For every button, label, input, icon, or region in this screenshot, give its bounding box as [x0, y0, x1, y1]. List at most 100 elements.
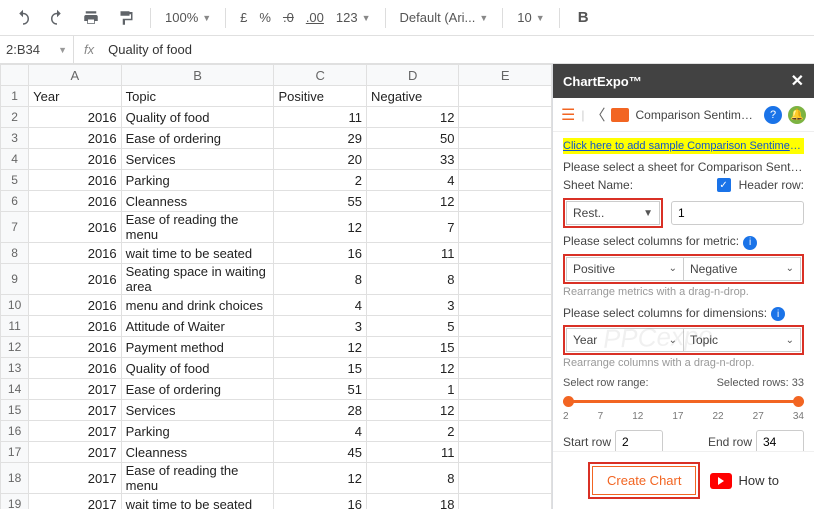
row-header[interactable]: 13	[1, 358, 29, 379]
cell[interactable]: 2016	[29, 295, 122, 316]
column-header-E[interactable]: E	[459, 65, 552, 86]
cell[interactable]: 11	[366, 442, 459, 463]
header-row-input[interactable]	[671, 201, 804, 225]
increase-decimal-button[interactable]: .00	[302, 8, 328, 27]
cell[interactable]: 3	[366, 295, 459, 316]
cell[interactable]	[459, 379, 552, 400]
paint-format-button[interactable]	[110, 5, 140, 31]
name-box[interactable]: 2:B34▼	[0, 36, 74, 63]
cell[interactable]	[459, 494, 552, 509]
howto-button[interactable]: How to	[710, 473, 778, 489]
cell[interactable]	[459, 86, 552, 107]
cell[interactable]	[459, 128, 552, 149]
column-header-B[interactable]: B	[121, 65, 274, 86]
percent-button[interactable]: %	[255, 8, 275, 27]
help-icon[interactable]: ?	[764, 106, 782, 124]
cell[interactable]	[459, 107, 552, 128]
cell[interactable]: Services	[121, 149, 274, 170]
cell[interactable]: 12	[366, 400, 459, 421]
column-header-C[interactable]: C	[274, 65, 367, 86]
row-header[interactable]: 11	[1, 316, 29, 337]
cell[interactable]	[459, 243, 552, 264]
cell[interactable]: Positive	[274, 86, 367, 107]
cell[interactable]: 7	[366, 212, 459, 243]
formula-input[interactable]: Quality of food	[104, 42, 196, 57]
cell[interactable]: 4	[274, 295, 367, 316]
row-header[interactable]: 4	[1, 149, 29, 170]
font-size-dropdown[interactable]: 10▼	[513, 8, 548, 27]
select-all-cell[interactable]	[1, 65, 29, 86]
cell[interactable]: 5	[366, 316, 459, 337]
cell[interactable]: Services	[121, 400, 274, 421]
cell[interactable]: 15	[274, 358, 367, 379]
cell[interactable]: menu and drink choices	[121, 295, 274, 316]
cell[interactable]: 2016	[29, 212, 122, 243]
cell[interactable]: 16	[274, 494, 367, 509]
cell[interactable]: 2016	[29, 107, 122, 128]
cell[interactable]: 2016	[29, 128, 122, 149]
cell[interactable]: 20	[274, 149, 367, 170]
close-icon[interactable]: ✕	[791, 71, 804, 91]
cell[interactable]: 4	[274, 421, 367, 442]
print-button[interactable]	[76, 5, 106, 31]
cell[interactable]: 3	[274, 316, 367, 337]
cell[interactable]: 8	[366, 463, 459, 494]
cell[interactable]: Year	[29, 86, 122, 107]
row-header[interactable]: 14	[1, 379, 29, 400]
dim1-select[interactable]: Year⌄	[566, 328, 683, 352]
cell[interactable]	[459, 358, 552, 379]
cell[interactable]: Parking	[121, 421, 274, 442]
cell[interactable]: 2016	[29, 170, 122, 191]
cell[interactable]: 2017	[29, 494, 122, 509]
cell[interactable]: 16	[274, 243, 367, 264]
cell[interactable]: Negative	[366, 86, 459, 107]
cell[interactable]: Cleanness	[121, 442, 274, 463]
cell[interactable]	[459, 264, 552, 295]
cell[interactable]: 8	[366, 264, 459, 295]
cell[interactable]: wait time to be seated	[121, 243, 274, 264]
cell[interactable]: 2	[366, 421, 459, 442]
cell[interactable]	[459, 295, 552, 316]
column-header-D[interactable]: D	[366, 65, 459, 86]
cell[interactable]	[459, 337, 552, 358]
cell[interactable]: Ease of reading the menu	[121, 212, 274, 243]
cell[interactable]: 50	[366, 128, 459, 149]
cell[interactable]: Parking	[121, 170, 274, 191]
cell[interactable]	[459, 442, 552, 463]
end-row-input[interactable]	[756, 430, 804, 451]
cell[interactable]	[459, 149, 552, 170]
cell[interactable]: 2016	[29, 149, 122, 170]
cell[interactable]: 33	[366, 149, 459, 170]
menu-icon[interactable]: ☰	[561, 105, 575, 125]
row-header[interactable]: 17	[1, 442, 29, 463]
cell[interactable]: 12	[274, 212, 367, 243]
cell[interactable]	[459, 212, 552, 243]
cell[interactable]: 28	[274, 400, 367, 421]
row-header[interactable]: 9	[1, 264, 29, 295]
cell[interactable]: 45	[274, 442, 367, 463]
cell[interactable]: 11	[274, 107, 367, 128]
cell[interactable]: 2017	[29, 400, 122, 421]
cell[interactable]: Attitude of Waiter	[121, 316, 274, 337]
cell[interactable]: 2017	[29, 421, 122, 442]
metric2-select[interactable]: Negative⌄	[683, 257, 801, 281]
row-header[interactable]: 18	[1, 463, 29, 494]
cell[interactable]	[459, 191, 552, 212]
row-header[interactable]: 16	[1, 421, 29, 442]
cell[interactable]: 2017	[29, 463, 122, 494]
cell[interactable]: 2016	[29, 264, 122, 295]
cell[interactable]	[459, 463, 552, 494]
row-header[interactable]: 19	[1, 494, 29, 509]
cell[interactable]: Topic	[121, 86, 274, 107]
font-dropdown[interactable]: Default (Ari...▼	[396, 8, 493, 27]
start-row-input[interactable]	[615, 430, 663, 451]
row-header[interactable]: 2	[1, 107, 29, 128]
row-header[interactable]: 5	[1, 170, 29, 191]
cell[interactable]: 2016	[29, 191, 122, 212]
create-chart-button[interactable]: Create Chart	[592, 466, 696, 495]
row-range-slider[interactable]	[563, 395, 804, 409]
cell[interactable]: Quality of food	[121, 107, 274, 128]
cell[interactable]: Seating space in waiting area	[121, 264, 274, 295]
cell[interactable]: Ease of ordering	[121, 379, 274, 400]
cell[interactable]: 12	[274, 337, 367, 358]
